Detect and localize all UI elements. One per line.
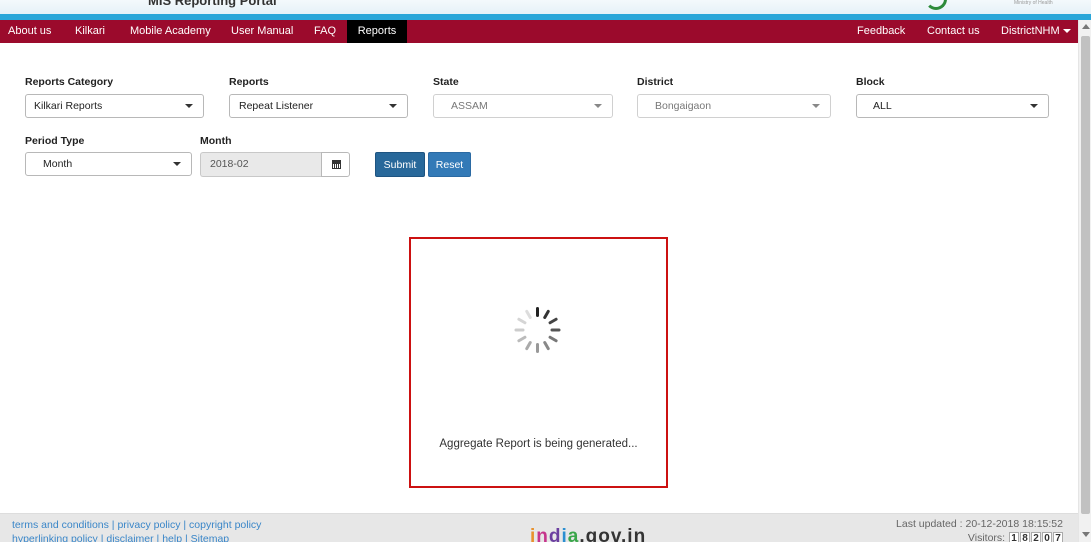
spinner-icon [513, 305, 563, 355]
nav-mobile-academy[interactable]: Mobile Academy [130, 20, 211, 43]
india-gov-logo[interactable]: india.gov.in [530, 526, 646, 542]
nav-about-us[interactable]: About us [8, 20, 51, 43]
nav-kilkari[interactable]: Kilkari [75, 20, 105, 43]
period-type-select[interactable]: Month [25, 152, 192, 176]
nav-faq[interactable]: FAQ [314, 20, 336, 43]
state-label: State [433, 76, 459, 88]
reports-category-label: Reports Category [25, 76, 114, 88]
month-input[interactable]: 2018-02 [200, 152, 322, 177]
caret-down-icon [1062, 29, 1071, 34]
reports-category-value: Kilkari Reports [34, 100, 103, 112]
main-navbar: About us Kilkari Mobile Academy User Man… [0, 20, 1078, 43]
nav-contact-us[interactable]: Contact us [927, 20, 980, 43]
district-value: Bongaigaon [655, 100, 712, 112]
nav-reports[interactable]: Reports [347, 20, 407, 43]
district-label: District [637, 76, 674, 88]
nav-user-menu[interactable]: DistrictNHM [1001, 20, 1071, 43]
loading-message: Aggregate Report is being generated... [439, 438, 638, 450]
counter-digit: 1 [1009, 532, 1019, 542]
period-type-label: Period Type [25, 135, 85, 147]
header-banner: MIS Reporting Portal Ministry of Health [0, 0, 1091, 14]
user-name: DistrictNHM [1001, 25, 1060, 37]
state-value: ASSAM [451, 100, 488, 112]
copyright-link[interactable]: copyright policy [189, 519, 261, 531]
block-label: Block [856, 76, 885, 88]
header-caption: Ministry of Health [1014, 0, 1053, 6]
period-type-value: Month [43, 158, 73, 170]
page-footer: terms and conditions | privacy policy | … [0, 513, 1078, 542]
nav-user-manual[interactable]: User Manual [231, 20, 293, 43]
block-select[interactable]: ALL [856, 94, 1049, 118]
nav-feedback[interactable]: Feedback [857, 20, 905, 43]
reports-select[interactable]: Repeat Listener [229, 94, 408, 118]
state-select[interactable]: ASSAM [433, 94, 613, 118]
reports-value: Repeat Listener [239, 100, 314, 112]
footer-links: terms and conditions | privacy policy | … [12, 518, 261, 542]
scroll-thumb[interactable] [1081, 36, 1090, 514]
counter-digit: 2 [1031, 532, 1041, 542]
month-label: Month [200, 135, 232, 147]
calendar-button[interactable] [321, 152, 350, 177]
counter-digit: 0 [1042, 532, 1052, 542]
page-scrollbar[interactable] [1078, 20, 1091, 542]
scroll-down-icon[interactable] [1082, 532, 1090, 537]
reset-button[interactable]: Reset [428, 152, 471, 177]
chevron-down-icon [594, 104, 602, 108]
reports-label: Reports [229, 76, 269, 88]
terms-link[interactable]: terms and conditions [12, 519, 109, 531]
visitor-counter: Visitors: 18207 [968, 532, 1063, 542]
ministry-logo-icon [925, 0, 947, 10]
chevron-down-icon [812, 104, 820, 108]
scroll-up-icon[interactable] [1082, 24, 1090, 29]
counter-digit: 7 [1053, 532, 1063, 542]
loading-panel: Aggregate Report is being generated... [409, 237, 668, 488]
chevron-down-icon [389, 104, 397, 108]
disclaimer-link[interactable]: disclaimer [106, 533, 153, 542]
chevron-down-icon [1030, 104, 1038, 108]
sitemap-link[interactable]: Sitemap [191, 533, 230, 542]
portal-title: MIS Reporting Portal [148, 0, 277, 8]
block-value: ALL [873, 100, 892, 112]
last-updated: Last updated : 20-12-2018 18:15:52 [896, 518, 1063, 530]
calendar-icon [332, 160, 341, 169]
chevron-down-icon [185, 104, 193, 108]
chevron-down-icon [173, 162, 181, 166]
counter-digit: 8 [1020, 532, 1030, 542]
submit-button[interactable]: Submit [375, 152, 425, 177]
help-link[interactable]: help [162, 533, 182, 542]
visitors-label: Visitors: [967, 532, 1006, 542]
hyperlinking-link[interactable]: hyperlinking policy [12, 533, 98, 542]
privacy-link[interactable]: privacy policy [117, 519, 180, 531]
reports-category-select[interactable]: Kilkari Reports [25, 94, 204, 118]
district-select[interactable]: Bongaigaon [637, 94, 831, 118]
